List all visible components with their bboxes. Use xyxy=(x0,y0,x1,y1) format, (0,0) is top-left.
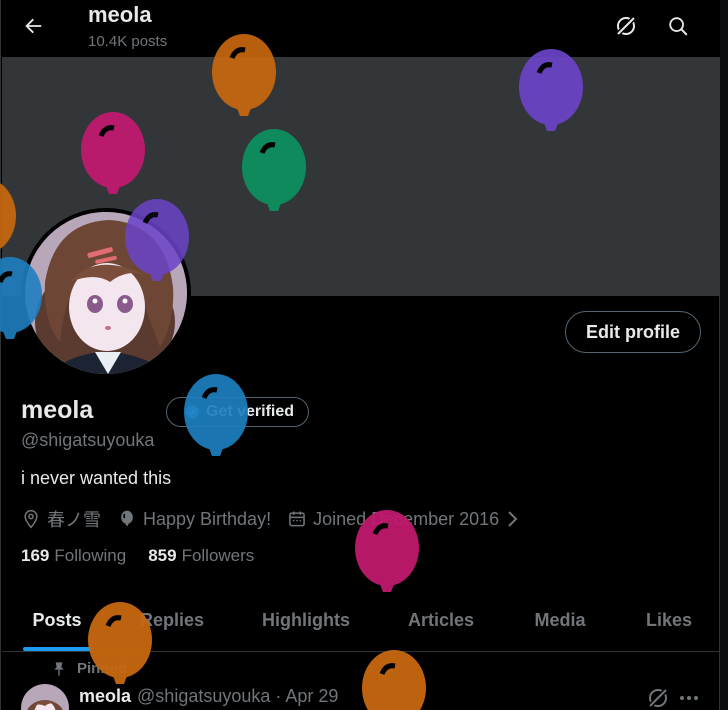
post-more-button[interactable] xyxy=(677,686,701,710)
joined-item[interactable]: Joined December 2016 xyxy=(287,509,519,530)
back-button[interactable] xyxy=(15,8,51,44)
pinned-label: Pinned xyxy=(77,660,128,677)
tab-media-label: Media xyxy=(534,610,586,630)
tab-highlights[interactable]: Highlights xyxy=(232,590,380,651)
profile-meta: 春ノ雪 Happy Birthday! Joined December 2016 xyxy=(21,506,535,532)
edit-profile-button[interactable]: Edit profile xyxy=(565,311,701,353)
balloon-icon xyxy=(121,510,133,527)
profile-bio: i never wanted this xyxy=(21,468,172,488)
tab-highlights-label: Highlights xyxy=(262,610,350,630)
tab-posts[interactable]: Posts xyxy=(2,590,112,651)
profile-tabs: Posts Replies Highlights Articles Media … xyxy=(2,590,720,652)
search-icon xyxy=(669,17,688,36)
search-button[interactable] xyxy=(660,8,696,44)
profile-name: meola xyxy=(21,396,94,424)
tab-posts-label: Posts xyxy=(32,610,82,630)
location-item: 春ノ雪 xyxy=(21,506,101,532)
header-title: meola xyxy=(88,2,152,27)
chevron-right-icon xyxy=(508,511,518,527)
profile-column: meola 10.4K posts Edit profile meola Get… xyxy=(0,0,721,710)
following-count: 169 xyxy=(21,546,50,565)
profile-handle: @shigatsuyouka xyxy=(21,430,155,450)
active-tab-indicator xyxy=(23,647,92,651)
tab-articles-label: Articles xyxy=(407,610,475,630)
tab-articles[interactable]: Articles xyxy=(380,590,502,651)
birthday-item: Happy Birthday! xyxy=(117,509,271,530)
more-horizontal-icon xyxy=(680,696,698,700)
post-grok-button[interactable] xyxy=(646,686,670,710)
header-posts-count: 10.4K posts xyxy=(88,33,168,50)
tab-replies-label: Replies xyxy=(139,610,205,630)
arrow-left-icon xyxy=(25,18,42,34)
tab-likes[interactable]: Likes xyxy=(618,590,720,651)
avatar-image xyxy=(25,212,187,374)
top-header: meola 10.4K posts xyxy=(1,0,721,57)
birthday-text: Happy Birthday! xyxy=(143,508,272,529)
grok-button[interactable] xyxy=(608,8,644,44)
get-verified-button[interactable]: Get verified xyxy=(166,397,310,427)
location-pin-icon xyxy=(24,509,38,529)
joined-text: Joined December 2016 xyxy=(313,508,500,529)
post-header: meola @shigatsuyouka · Apr 29 xyxy=(79,686,338,707)
tab-replies[interactable]: Replies xyxy=(112,590,232,651)
pinned-indicator: Pinned xyxy=(51,660,127,677)
follow-stats: 169 Following 859 Followers xyxy=(21,546,276,566)
scrollbar-gutter xyxy=(720,0,728,710)
tab-media[interactable]: Media xyxy=(502,590,618,651)
following-label: Following xyxy=(54,546,127,565)
tab-likes-label: Likes xyxy=(645,610,693,630)
get-verified-label: Get verified xyxy=(206,403,295,420)
followers-count: 859 xyxy=(148,546,177,565)
post-author-name[interactable]: meola xyxy=(79,686,131,707)
calendar-icon xyxy=(289,511,305,527)
followers-label: Followers xyxy=(181,546,255,565)
verified-badge-icon xyxy=(185,404,200,420)
pin-icon xyxy=(54,661,64,676)
location-text: 春ノ雪 xyxy=(47,510,101,530)
grok-icon xyxy=(615,15,637,37)
followers-link[interactable]: 859 Followers xyxy=(148,546,254,566)
post-avatar[interactable] xyxy=(21,684,69,710)
profile-avatar[interactable] xyxy=(21,208,191,378)
post-meta[interactable]: @shigatsuyouka · Apr 29 xyxy=(137,686,338,707)
following-link[interactable]: 169 Following xyxy=(21,546,126,566)
grok-icon xyxy=(647,687,669,709)
